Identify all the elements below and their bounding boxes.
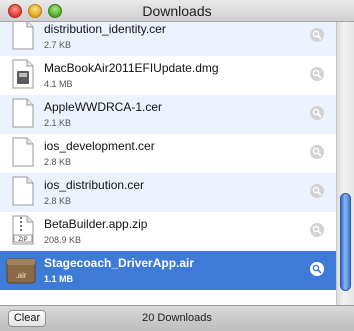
air-label: .air: [15, 271, 26, 280]
download-item-name: ios_development.cer: [44, 139, 155, 153]
download-item-name: distribution_identity.cer: [44, 22, 166, 36]
scrollbar-thumb[interactable]: [340, 193, 351, 291]
document-icon: [12, 98, 34, 128]
zip-icon: ZIP: [12, 215, 34, 245]
reveal-in-finder-button[interactable]: [310, 145, 324, 159]
download-item[interactable]: distribution_identity.cer 2.7 KB: [0, 22, 336, 56]
download-item[interactable]: ios_development.cer 2.8 KB: [0, 134, 336, 173]
download-item-size: 2.1 KB: [44, 118, 72, 128]
reveal-in-finder-button[interactable]: [310, 262, 324, 276]
download-item-name: ios_distribution.cer: [44, 178, 145, 192]
air-package-icon: .air: [6, 255, 36, 285]
bottom-bar: Clear 20 Downloads: [0, 305, 354, 331]
downloads-list[interactable]: distribution_identity.cer 2.7 KB MacBook…: [0, 22, 354, 305]
reveal-in-finder-button[interactable]: [310, 184, 324, 198]
document-icon: [12, 176, 34, 206]
download-item-size: 2.8 KB: [44, 196, 72, 206]
reveal-in-finder-button[interactable]: [310, 223, 324, 237]
document-icon: [12, 137, 34, 167]
download-item-size: 2.8 KB: [44, 157, 72, 167]
reveal-in-finder-button[interactable]: [310, 67, 324, 81]
vertical-scrollbar[interactable]: [336, 22, 354, 305]
download-item-selected[interactable]: .air Stagecoach_DriverApp.air 1.1 MB: [0, 251, 336, 290]
reveal-in-finder-button[interactable]: [310, 106, 324, 120]
window-title: Downloads: [142, 3, 212, 19]
download-item[interactable]: ZIP BetaBuilder.app.zip 208.9 KB: [0, 212, 336, 251]
download-item-name: BetaBuilder.app.zip: [44, 217, 148, 231]
download-item-name: MacBookAir2011EFIUpdate.dmg: [44, 61, 219, 75]
downloads-count: 20 Downloads: [142, 312, 212, 324]
document-icon: [12, 22, 34, 50]
reveal-in-finder-button[interactable]: [310, 28, 324, 42]
title-bar[interactable]: Downloads: [0, 0, 354, 22]
download-item-size: 4.1 MB: [44, 79, 73, 89]
download-item-size: 1.1 MB: [44, 274, 74, 284]
download-item-size: 2.7 KB: [44, 40, 72, 50]
disk-image-icon: [12, 59, 34, 89]
download-item-size: 208.9 KB: [44, 235, 82, 245]
zip-label: ZIP: [18, 237, 27, 243]
download-item-name: AppleWWDRCA-1.cer: [44, 100, 163, 114]
download-item[interactable]: AppleWWDRCA-1.cer 2.1 KB: [0, 95, 336, 134]
downloads-window: Downloads distribution_identity.cer 2.7 …: [0, 0, 354, 331]
download-item-name: Stagecoach_DriverApp.air: [44, 256, 195, 270]
download-item[interactable]: ios_distribution.cer 2.8 KB: [0, 173, 336, 212]
download-item[interactable]: MacBookAir2011EFIUpdate.dmg 4.1 MB: [0, 56, 336, 95]
